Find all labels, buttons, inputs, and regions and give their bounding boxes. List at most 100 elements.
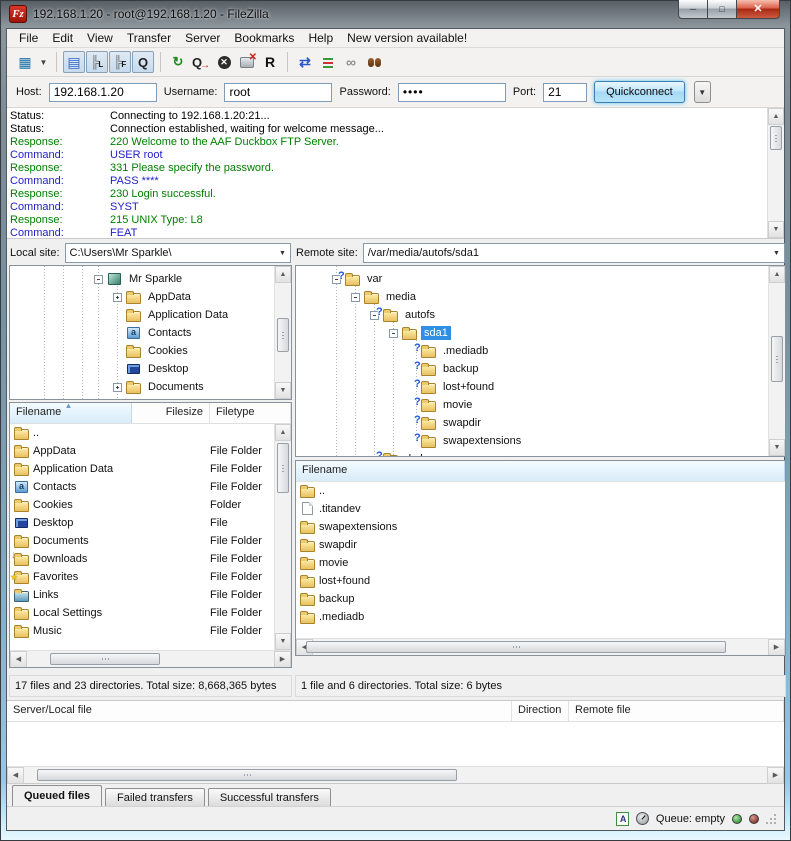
file-row[interactable]: backup <box>296 590 785 608</box>
scrollbar-thumb[interactable] <box>277 443 289 493</box>
tree-item-backup[interactable]: backup <box>296 360 785 378</box>
toggle-remote-tree-button[interactable]: ╠F <box>109 51 131 73</box>
menu-file[interactable]: File <box>12 29 45 47</box>
scrollbar-thumb[interactable] <box>770 126 782 150</box>
site-manager-button[interactable]: ▦ <box>14 51 36 73</box>
remote-tree-scrollbar[interactable]: ▲ ▼ <box>768 266 785 456</box>
local-list-hscrollbar[interactable]: ◀ ▶ <box>10 650 291 667</box>
column-direction[interactable]: Direction <box>512 701 569 721</box>
scroll-left-arrow[interactable]: ◀ <box>7 767 24 784</box>
tree-item-cookies[interactable]: Cookies <box>10 342 291 360</box>
scroll-down-arrow[interactable]: ▼ <box>275 633 291 650</box>
tree-item-swapdir[interactable]: swapdir <box>296 414 785 432</box>
file-row[interactable]: .. <box>296 482 785 500</box>
menu-new-version-notice[interactable]: New version available! <box>340 29 474 47</box>
menu-edit[interactable]: Edit <box>45 29 80 47</box>
title-bar[interactable]: Fz 192.168.1.20 - root@192.168.1.20 - Fi… <box>0 0 791 28</box>
toggle-message-log-button[interactable]: ▤ <box>63 51 85 73</box>
scrollbar-thumb[interactable] <box>771 336 783 382</box>
local-tree-scrollbar[interactable]: ▲ ▼ <box>274 266 291 399</box>
tree-item-appdata[interactable]: AppData <box>10 288 291 306</box>
menu-bookmarks[interactable]: Bookmarks <box>227 29 301 47</box>
site-manager-dropdown[interactable]: ▼ <box>37 51 50 73</box>
tree-item-mediadb[interactable]: .mediadb <box>296 342 785 360</box>
combo-arrow-icon[interactable]: ▼ <box>769 244 784 262</box>
scroll-up-arrow[interactable]: ▲ <box>275 266 291 283</box>
tab-failed-transfers[interactable]: Failed transfers <box>105 788 205 806</box>
collapse-icon[interactable] <box>389 329 398 338</box>
scrollbar-thumb[interactable] <box>50 653 160 665</box>
scroll-right-arrow[interactable]: ▶ <box>274 651 291 668</box>
message-log[interactable]: Status:Connecting to 192.168.1.20:21... … <box>7 108 784 239</box>
scroll-up-arrow[interactable]: ▲ <box>768 108 784 125</box>
remote-file-list[interactable]: ▼ Filename .. .titandev swapextensions s… <box>295 460 786 656</box>
tree-item-desktop[interactable]: Desktop <box>10 360 291 378</box>
resize-grip[interactable] <box>766 814 776 824</box>
column-filesize[interactable]: Filesize <box>132 403 210 423</box>
reconnect-button[interactable]: R <box>259 51 281 73</box>
scroll-up-arrow[interactable]: ▲ <box>275 424 291 441</box>
column-filename[interactable]: Filename <box>296 461 785 481</box>
minimize-button[interactable]: ─ <box>678 0 708 19</box>
find-files-button[interactable] <box>363 51 385 73</box>
column-remote-file[interactable]: Remote file <box>569 701 784 721</box>
tree-item-contacts[interactable]: Contacts <box>10 324 291 342</box>
username-input[interactable] <box>224 83 332 102</box>
menu-view[interactable]: View <box>80 29 120 47</box>
quickconnect-dropdown[interactable]: ▼ <box>694 81 711 103</box>
file-row[interactable]: LinksFile Folder <box>10 586 291 604</box>
scroll-down-arrow[interactable]: ▼ <box>275 382 291 399</box>
local-list-scrollbar[interactable]: ▲ ▼ <box>274 424 291 650</box>
combo-arrow-icon[interactable]: ▼ <box>275 244 290 262</box>
file-row[interactable]: DownloadsFile Folder <box>10 550 291 568</box>
scrollbar-thumb[interactable] <box>277 318 289 352</box>
file-row[interactable]: FavoritesFile Folder <box>10 568 291 586</box>
tab-queued-files[interactable]: Queued files <box>12 785 102 806</box>
menu-help[interactable]: Help <box>301 29 340 47</box>
local-file-list[interactable]: ▲Filename Filesize Filetype .. AppDataFi… <box>9 402 292 668</box>
process-queue-button[interactable]: Q→ <box>190 51 212 73</box>
expand-icon[interactable] <box>113 383 122 392</box>
log-scrollbar[interactable]: ▲ ▼ <box>767 108 784 238</box>
maximize-button[interactable]: □ <box>708 0 736 19</box>
tree-item-sda1[interactable]: sda1 <box>296 324 785 342</box>
close-button[interactable]: ✕ <box>736 0 780 19</box>
tree-item-autofs[interactable]: autofs <box>296 306 785 324</box>
directory-comparison-button[interactable]: ⇄ <box>294 51 316 73</box>
port-input[interactable] <box>543 83 587 102</box>
column-server-local-file[interactable]: Server/Local file <box>7 701 512 721</box>
remote-site-combo[interactable]: /var/media/autofs/sda1 ▼ <box>363 243 785 263</box>
menu-transfer[interactable]: Transfer <box>120 29 178 47</box>
tree-item-lost-found[interactable]: lost+found <box>296 378 785 396</box>
menu-server[interactable]: Server <box>178 29 227 47</box>
tree-item-media[interactable]: media <box>296 288 785 306</box>
scroll-right-arrow[interactable]: ▶ <box>768 639 785 656</box>
quickconnect-button[interactable]: Quickconnect <box>594 81 685 103</box>
scroll-right-arrow[interactable]: ▶ <box>767 767 784 784</box>
local-site-combo[interactable]: C:\Users\Mr Sparkle\ ▼ <box>65 243 291 263</box>
scroll-up-arrow[interactable]: ▲ <box>769 266 785 283</box>
transfer-queue-panel[interactable]: Server/Local file Direction Remote file … <box>7 700 784 784</box>
file-row[interactable]: DocumentsFile Folder <box>10 532 291 550</box>
queue-hscrollbar[interactable]: ◀ ▶ <box>7 766 784 783</box>
cancel-operation-button[interactable]: ✕ <box>213 51 235 73</box>
toggle-queue-button[interactable]: Q <box>132 51 154 73</box>
file-row[interactable]: DesktopFile <box>10 514 291 532</box>
toggle-local-tree-button[interactable]: ╠L <box>86 51 108 73</box>
file-row[interactable]: ContactsFile Folder <box>10 478 291 496</box>
remote-list-hscrollbar[interactable]: ◀ ▶ <box>296 638 785 655</box>
tree-item-application-data[interactable]: Application Data <box>10 306 291 324</box>
file-row[interactable]: .mediadb <box>296 608 785 626</box>
directory-listing-filters-button[interactable] <box>317 51 339 73</box>
tree-item-movie[interactable]: movie <box>296 396 785 414</box>
tree-item-downloads[interactable]: Downloads <box>10 396 291 400</box>
refresh-button[interactable]: ↻ <box>167 51 189 73</box>
file-row[interactable]: lost+found <box>296 572 785 590</box>
tree-item-documents[interactable]: Documents <box>10 378 291 396</box>
host-input[interactable] <box>49 83 157 102</box>
collapse-icon[interactable] <box>351 293 360 302</box>
scroll-down-arrow[interactable]: ▼ <box>769 439 785 456</box>
tree-item-var[interactable]: var <box>296 270 785 288</box>
file-row[interactable]: swapdir <box>296 536 785 554</box>
file-row[interactable]: AppDataFile Folder <box>10 442 291 460</box>
